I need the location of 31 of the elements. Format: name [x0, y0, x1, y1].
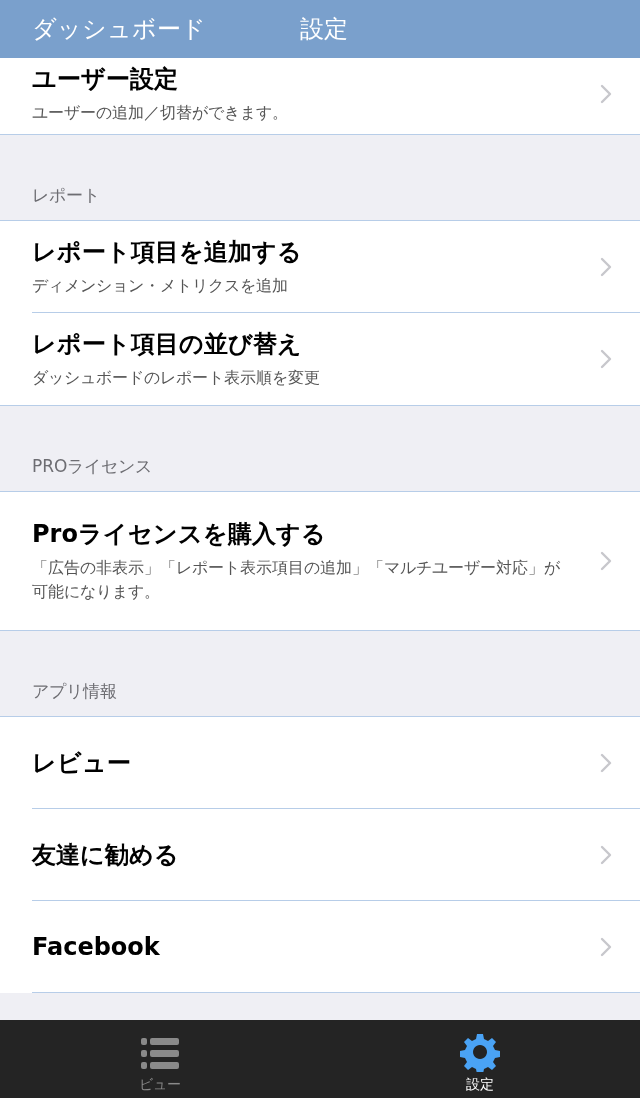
settings-row[interactable]: レポート項目を追加する ディメンション・メトリクスを追加 [32, 221, 640, 313]
section-header: PROライセンス [32, 455, 153, 478]
section-header: レポート [32, 184, 100, 207]
row-title: レポート項目の並び替え [32, 329, 303, 360]
row-title: レポート項目を追加する [32, 236, 302, 268]
settings-row[interactable]: Facebook [32, 901, 640, 993]
chevron-icon [600, 349, 612, 369]
chevron-icon [600, 936, 612, 957]
row-subtitle: ダッシュボードのレポート表示順を変更 [32, 367, 320, 389]
row-title: レビュー [32, 747, 131, 779]
settings-row[interactable]: レビュー [32, 717, 640, 809]
tab[interactable]: 設定 [320, 1020, 640, 1098]
settings-row[interactable]: レポート項目の並び替え ダッシュボードのレポート表示順を変更 [32, 313, 640, 405]
screen-title: 設定 [300, 14, 348, 45]
row-title: 友達に勧める [32, 839, 179, 871]
tab[interactable]: ビュー [0, 1020, 320, 1098]
row-title: ユーザー設定 [32, 64, 179, 95]
row-title: Proライセンスを購入する [32, 519, 327, 550]
row-subtitle: ユーザーの追加／切替ができます。 [32, 102, 288, 124]
chevron-icon [600, 84, 612, 104]
settings-icon [460, 1032, 500, 1072]
chevron-icon [600, 551, 612, 571]
chevron-icon [600, 844, 612, 865]
settings-row[interactable]: 友達に勧める [32, 809, 640, 901]
row-title: Facebook [32, 932, 160, 961]
row-subtitle: ディメンション・メトリクスを追加 [32, 274, 289, 297]
chevron-icon [600, 256, 612, 277]
list-icon [140, 1036, 180, 1072]
section-header: アプリ情報 [32, 680, 117, 703]
row-subtitle: 「広告の非表示」「レポート表示項目の追加」「マルチユーザー対応」が可能になります。 [32, 557, 561, 603]
chevron-icon [600, 752, 612, 773]
